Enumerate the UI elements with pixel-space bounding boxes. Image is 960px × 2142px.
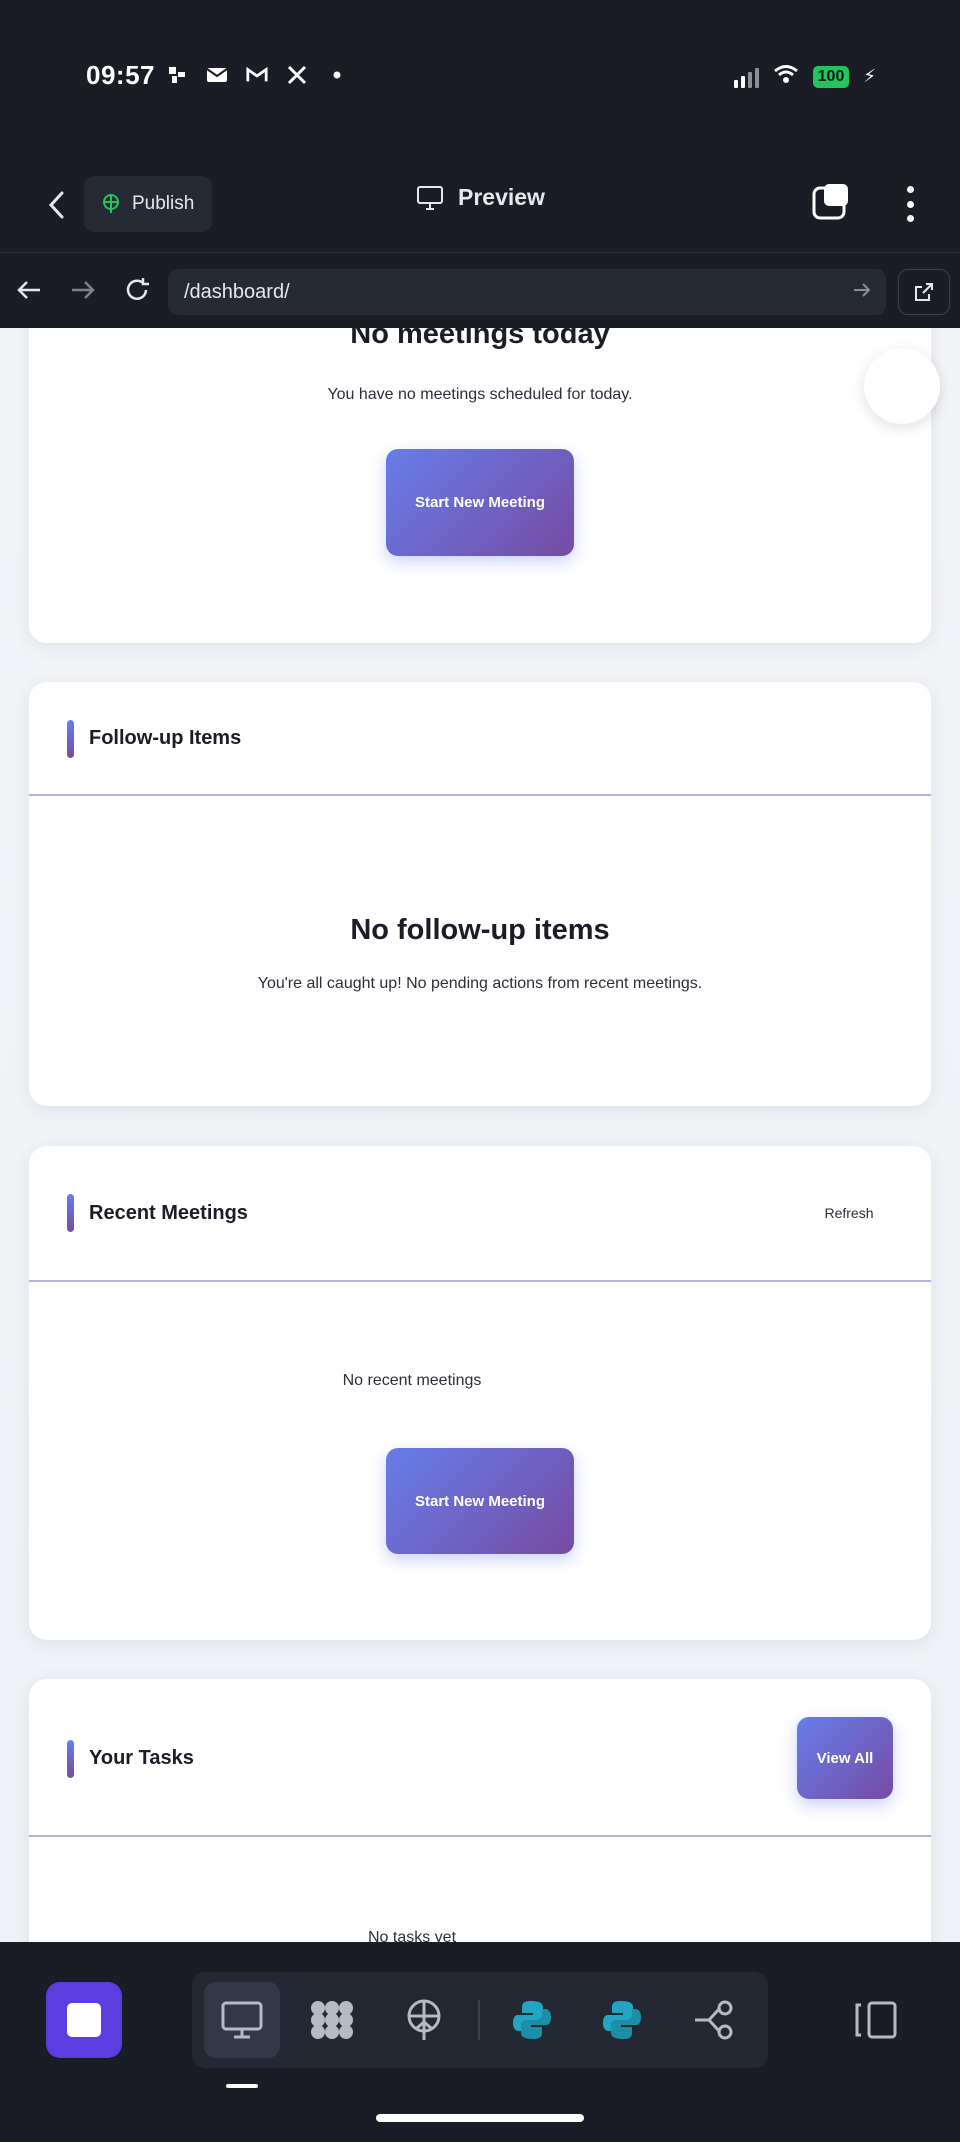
system-status: 100 ⚡	[733, 64, 876, 89]
recent-meetings-card: Recent Meetings Refresh No recent meetin…	[29, 1146, 931, 1640]
empty-text: No recent meetings	[342, 1372, 482, 1389]
signal-icon	[733, 66, 759, 88]
status-time: 09:57	[86, 60, 155, 90]
gmail-icon	[246, 64, 268, 86]
charging-icon: ⚡	[863, 66, 876, 86]
card-header: Your Tasks View All	[29, 1679, 931, 1837]
mail-icon	[206, 64, 228, 86]
floating-action-button[interactable]	[864, 348, 940, 424]
card-title: Your Tasks	[89, 1747, 194, 1769]
slack-icon	[166, 64, 188, 86]
url-input[interactable]: /dashboard/	[168, 269, 886, 315]
browser-forward-button[interactable]	[66, 273, 100, 307]
tabs-button[interactable]	[812, 182, 852, 222]
dock-separator	[478, 2000, 480, 2040]
monitor-icon	[221, 2001, 263, 2039]
publish-button[interactable]: Publish	[84, 176, 213, 232]
dock-item-python-1[interactable]	[494, 1982, 570, 2058]
accent-bar	[67, 1740, 74, 1778]
dock-item-deploy[interactable]	[386, 1982, 462, 2058]
view-all-button[interactable]: View All	[797, 1717, 893, 1799]
url-text: /dashboard/	[184, 280, 290, 303]
open-external-button[interactable]	[898, 269, 950, 315]
home-indicator	[376, 2114, 584, 2122]
follow-up-card: Follow-up Items No follow-up items You'r…	[29, 682, 931, 1106]
refresh-button[interactable]: Refresh	[805, 1191, 893, 1235]
dock-group	[192, 1972, 768, 2068]
notification-icons	[166, 64, 348, 86]
browser-back-button[interactable]	[12, 273, 46, 307]
chevron-left-icon	[48, 191, 64, 219]
arrow-left-icon	[17, 281, 40, 299]
url-bar: /dashboard/	[0, 252, 960, 328]
bottom-dock	[0, 1942, 960, 2142]
empty-text: No tasks yet	[367, 1929, 457, 1942]
go-icon[interactable]	[852, 281, 872, 305]
accent-bar	[67, 720, 74, 758]
more-options-button[interactable]	[900, 182, 920, 226]
dock-item-python-2[interactable]	[584, 1982, 660, 2058]
panel-toggle-button[interactable]	[850, 1996, 900, 2044]
reload-icon	[126, 278, 149, 300]
dock-item-apps[interactable]	[294, 1982, 370, 2058]
dot	[906, 186, 914, 193]
app-grid-icon	[311, 2001, 353, 2039]
external-link-icon	[915, 283, 933, 301]
empty-text: You're all caught up! No pending actions…	[257, 975, 703, 992]
dock-item-preview[interactable]	[204, 1982, 280, 2058]
monitor-icon	[417, 185, 443, 210]
empty-heading: No follow-up items	[350, 914, 610, 946]
python-icon	[513, 2001, 551, 2039]
card-title: Recent Meetings	[89, 1202, 248, 1224]
tasks-card: Your Tasks View All No tasks yet	[29, 1679, 931, 1942]
x-icon	[286, 64, 308, 86]
start-new-meeting-button[interactable]: Start New Meeting	[386, 449, 574, 556]
arrow-right-icon	[72, 281, 95, 299]
deploy-icon	[407, 1999, 441, 2040]
app-toolbar: Publish Preview	[0, 160, 960, 252]
empty-text: You have no meetings scheduled for today…	[327, 386, 633, 403]
page-viewport: No meetings today You have no meetings s…	[0, 328, 960, 1942]
status-bar: 09:57 100 ⚡	[0, 0, 960, 160]
publish-label: Publish	[132, 193, 195, 214]
globe-icon	[103, 194, 119, 213]
start-new-meeting-button[interactable]: Start New Meeting	[386, 1448, 574, 1554]
accent-bar	[67, 1194, 74, 1232]
back-button[interactable]	[36, 182, 76, 228]
panel-icon	[855, 2001, 897, 2039]
tabs-icon	[812, 184, 848, 220]
dot	[906, 200, 914, 208]
card-title: Follow-up Items	[89, 727, 242, 749]
wifi-icon	[773, 64, 799, 89]
workflow-icon	[695, 2000, 733, 2040]
empty-heading: No meetings today	[350, 328, 610, 350]
card-header: Recent Meetings Refresh	[29, 1146, 931, 1282]
reload-button[interactable]	[120, 273, 154, 307]
battery-icon: 100	[812, 65, 850, 88]
meetings-today-card: No meetings today You have no meetings s…	[29, 328, 931, 643]
python-icon	[603, 2001, 641, 2039]
preview-title: Preview	[416, 184, 545, 211]
dot	[906, 215, 914, 222]
preview-label: Preview	[458, 184, 545, 210]
stop-button[interactable]	[46, 1982, 122, 2058]
card-header: Follow-up Items	[29, 682, 931, 796]
dock-item-workflow[interactable]	[676, 1982, 752, 2058]
stop-icon	[67, 2003, 101, 2037]
dot-icon	[326, 64, 348, 86]
active-indicator	[226, 2084, 258, 2088]
